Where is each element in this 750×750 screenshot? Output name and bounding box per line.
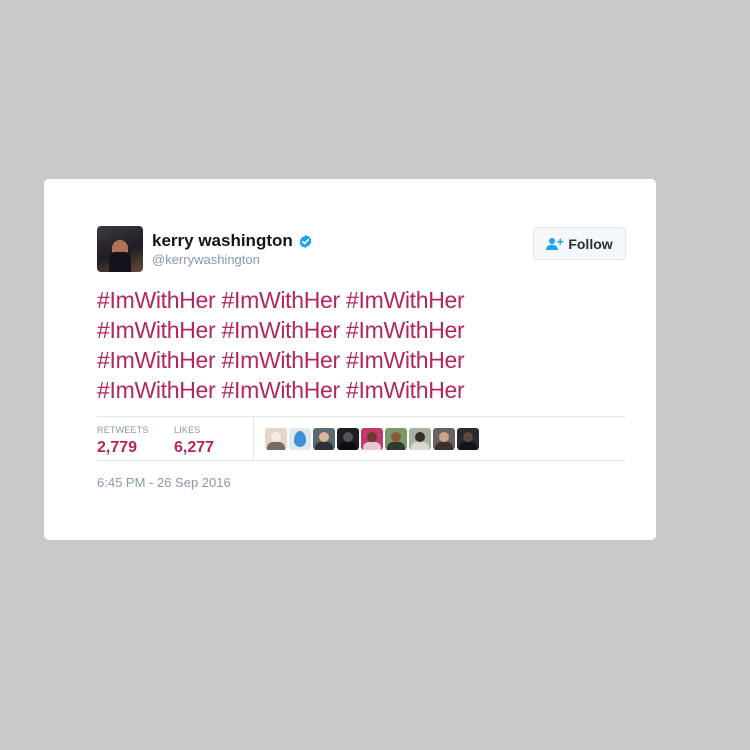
tweet-stats: RETWEETS 2,779 LIKES 6,277	[97, 416, 625, 461]
hashtag-link[interactable]: #ImWithHer	[97, 317, 216, 343]
liker-avatar[interactable]	[385, 428, 407, 450]
liker-avatar[interactable]	[433, 428, 455, 450]
tweet-card: kerry washington @kerrywashington Follow…	[44, 179, 656, 540]
name-row: kerry washington	[152, 231, 313, 251]
liker-avatar[interactable]	[409, 428, 431, 450]
tweet-text-line: #ImWithHer #ImWithHer #ImWithHer	[97, 315, 617, 345]
author-display-name[interactable]: kerry washington	[152, 231, 293, 251]
likes-stat[interactable]: LIKES 6,277	[174, 425, 214, 458]
liker-avatar[interactable]	[361, 428, 383, 450]
hashtag-link[interactable]: #ImWithHer	[222, 317, 341, 343]
author-avatar[interactable]	[97, 226, 143, 272]
hashtag-link[interactable]: #ImWithHer	[97, 377, 216, 403]
liker-avatar[interactable]	[457, 428, 479, 450]
liker-avatar[interactable]	[265, 428, 287, 450]
hashtag-link[interactable]: #ImWithHer	[346, 287, 465, 313]
retweets-label: RETWEETS	[97, 425, 149, 435]
tweet-header: kerry washington @kerrywashington Follow	[97, 226, 626, 274]
hashtag-link[interactable]: #ImWithHer	[346, 347, 465, 373]
follow-button-label: Follow	[568, 235, 613, 252]
hashtag-link[interactable]: #ImWithHer	[346, 377, 465, 403]
likes-label: LIKES	[174, 425, 201, 435]
retweets-count: 2,779	[97, 439, 138, 456]
liker-avatars	[265, 428, 479, 450]
hashtag-link[interactable]: #ImWithHer	[346, 317, 465, 343]
author-names: kerry washington @kerrywashington	[152, 231, 313, 268]
likes-count: 6,277	[174, 439, 215, 456]
tweet-text-line: #ImWithHer #ImWithHer #ImWithHer	[97, 345, 617, 375]
liker-avatar-egg[interactable]	[289, 428, 311, 450]
add-user-icon	[546, 237, 564, 250]
hashtag-link[interactable]: #ImWithHer	[222, 347, 341, 373]
tweet-text-line: #ImWithHer #ImWithHer #ImWithHer	[97, 375, 617, 405]
retweets-stat[interactable]: RETWEETS 2,779	[97, 425, 149, 458]
avatar-dress	[109, 252, 131, 272]
stats-divider	[253, 417, 254, 461]
hashtag-link[interactable]: #ImWithHer	[222, 377, 341, 403]
hashtag-link[interactable]: #ImWithHer	[222, 287, 341, 313]
follow-button[interactable]: Follow	[533, 227, 626, 260]
hashtag-link[interactable]: #ImWithHer	[97, 287, 216, 313]
tweet-timestamp[interactable]: 6:45 PM - 26 Sep 2016	[97, 475, 231, 490]
verified-badge-icon	[299, 234, 312, 248]
hashtag-link[interactable]: #ImWithHer	[97, 347, 216, 373]
tweet-text-line: #ImWithHer #ImWithHer #ImWithHer	[97, 285, 617, 315]
tweet-text: #ImWithHer #ImWithHer #ImWithHer #ImWith…	[97, 285, 617, 405]
author-handle[interactable]: @kerrywashington	[152, 252, 313, 268]
liker-avatar[interactable]	[337, 428, 359, 450]
liker-avatar[interactable]	[313, 428, 335, 450]
